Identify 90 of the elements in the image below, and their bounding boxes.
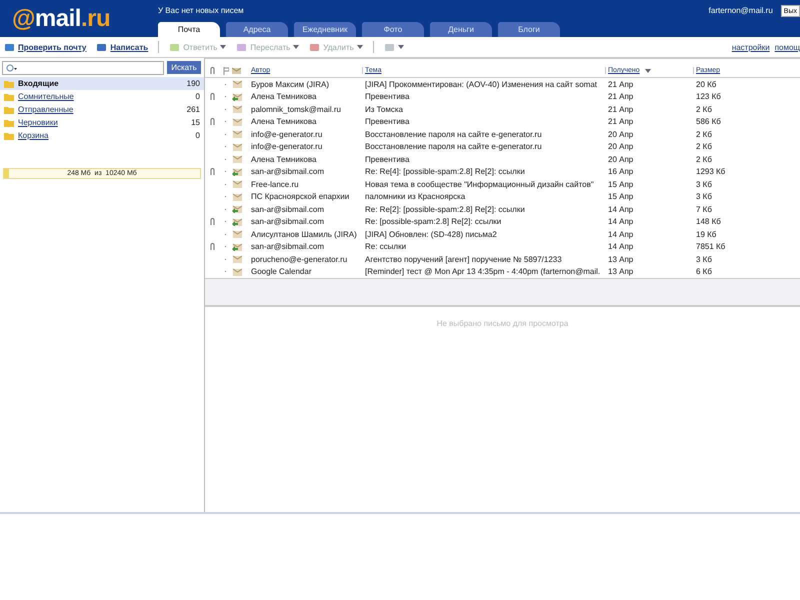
subject-cell-text: Восстановление пароля на сайте e-generator.ru	[365, 142, 543, 152]
subject-cell-text: Re: Re[4]: [possible-spam:2.8] Re[2]: ссылки	[365, 167, 526, 176]
date-cell-text: 14 Апр	[608, 230, 634, 239]
author-cell-text: Алисултанов Шамиль (JIRA)	[251, 230, 358, 239]
search-icon[interactable]	[5, 64, 17, 72]
author-cell-text: info@e-generator.ru	[251, 142, 324, 152]
nav-tab[interactable]: Деньги	[430, 22, 492, 37]
nav-tab[interactable]: Фото	[362, 22, 424, 37]
author-cell-text: Алена Темникова	[251, 154, 318, 164]
date-cell-text: 13 Апр	[608, 267, 634, 276]
size-cell-text: 7851 Кб	[696, 242, 726, 252]
flag-icon	[222, 66, 228, 74]
date-cell-text: 21 Апр	[608, 117, 634, 126]
author-cell-text: Алена Темникова	[251, 117, 318, 126]
folder-item[interactable]: Корзина 0	[0, 129, 204, 142]
date-cell-text: 15 Апр	[608, 180, 634, 189]
size-cell-text: 3 Кб	[696, 180, 713, 189]
subject-cell-text: паломники из Красноярска	[365, 192, 466, 202]
author-cell-text: Google Calendar	[251, 267, 312, 276]
size-cell-text: 1293 Кб	[696, 167, 726, 176]
size-cell-text: 7 Кб	[696, 204, 713, 214]
author-cell-text: palomnik_tomsk@mail.ru	[251, 104, 342, 114]
author-cell-text: Free-lance.ru	[251, 180, 300, 189]
author-cell-text: Буров Максим (JIRA)	[251, 80, 330, 89]
size-cell-text: 2 Кб	[696, 130, 713, 139]
subject-cell-text: [JIRA] Прокомментирован: (AOV-40) Изменения на сайт somat	[365, 80, 598, 89]
subject-cell-text: Агентство поручений [агент] поручение № 5897/1233	[365, 254, 563, 264]
user-email: farternon@mail.ru	[708, 5, 773, 17]
size-cell-text: 123 Кб	[696, 92, 722, 102]
subject-cell-text: Из Томска	[365, 104, 404, 114]
date-cell-text: 20 Апр	[608, 142, 634, 152]
author-cell-text: san-ar@sibmail.com	[251, 167, 326, 176]
date-cell-text: 14 Апр	[608, 242, 634, 252]
date-cell-text: 21 Апр	[608, 92, 634, 102]
toolbar-link[interactable]: помощ	[774, 42, 800, 52]
envelope-icon	[232, 67, 241, 74]
author-cell-text: san-ar@sibmail.com	[251, 204, 326, 214]
sort-caret-icon[interactable]	[644, 68, 651, 72]
date-cell-text: 21 Апр	[608, 80, 634, 89]
date-cell-text: 16 Апр	[608, 167, 634, 176]
author-cell-text: san-ar@sibmail.com	[251, 217, 326, 226]
subject-cell-text: [Reminder] тест @ Mon Apr 13 4:35pm - 4:40pm (farternon@mail.	[365, 267, 602, 276]
subject-cell-text: Восстановление пароля на сайте e-generator.ru	[365, 130, 543, 139]
size-cell-text: 2 Кб	[696, 142, 713, 152]
folder-item[interactable]: Входящие 190	[0, 77, 204, 90]
subject-cell-text: Превентива	[365, 92, 410, 102]
nav-tab[interactable]: Ежедневник	[294, 22, 356, 37]
folder-item[interactable]: Отправленные 261	[0, 103, 204, 116]
subject-cell-text: Новая тема в сообществе "Информационный дизайн сайтов"	[365, 180, 595, 189]
search-field[interactable]	[2, 61, 164, 75]
toolbar-item[interactable]: Проверить почту	[4, 42, 86, 52]
notification-text: У Вас нет новых писем	[158, 6, 245, 17]
author-cell-text: ПС Красноярской епархии	[251, 192, 350, 202]
subject-cell-text: Re: ссылки	[365, 242, 408, 252]
empty-preview-text: Не выбрано письмо для просмотра	[436, 319, 568, 330]
toolbar-link[interactable]: настройки	[732, 42, 770, 52]
date-cell-text: 14 Апр	[608, 217, 634, 226]
date-cell-text: 20 Апр	[608, 130, 634, 139]
folder-item[interactable]: Черновики 15	[0, 116, 204, 129]
size-cell-text: 19 Кб	[696, 230, 718, 239]
nav-tab[interactable]: Блоги	[498, 22, 560, 37]
size-cell-text: 2 Кб	[696, 104, 713, 114]
size-cell-text: 148 Кб	[696, 217, 722, 226]
date-cell-text: 15 Апр	[608, 192, 634, 202]
date-cell-text: 20 Апр	[608, 154, 634, 164]
size-cell-text: 3 Кб	[696, 192, 713, 202]
paperclip-icon	[210, 66, 215, 74]
author-cell-text: porucheno@e-generator.ru	[251, 254, 348, 264]
size-cell-text: 586 Кб	[696, 117, 722, 126]
search-button[interactable]: Искать	[167, 61, 201, 74]
date-cell-text: 21 Апр	[608, 104, 634, 114]
folder-item[interactable]: Сомнительные 0	[0, 90, 204, 103]
subject-cell-text: Превентива	[365, 154, 410, 164]
date-cell-text: 14 Апр	[608, 204, 634, 214]
size-cell-text: 6 Кб	[696, 267, 713, 276]
size-cell-text: 3 Кб	[696, 254, 713, 264]
date-cell-text: 13 Апр	[608, 254, 634, 264]
logo[interactable]: @mail.ru	[0, 0, 146, 37]
size-cell-text: 20 Кб	[696, 80, 718, 89]
nav-tab[interactable]: Адреса	[226, 22, 288, 37]
author-cell-text: info@e-generator.ru	[251, 130, 324, 139]
author-cell-text: Алена Темникова	[251, 92, 318, 102]
subject-cell-text: Re: Re[2]: [possible-spam:2.8] Re[2]: ссылки	[365, 204, 526, 214]
nav-tab[interactable]: Почта	[158, 22, 220, 37]
size-cell-text: 2 Кб	[696, 154, 713, 164]
subject-cell-text: [JIRA] Обновлен: (SD-428) письма2	[365, 230, 498, 239]
subject-cell-text: Превентива	[365, 117, 410, 126]
toolbar-item[interactable]: Написать	[96, 42, 148, 52]
author-cell-text: san-ar@sibmail.com	[251, 242, 326, 252]
subject-cell-text: Re: [possible-spam:2.8] Re[2]: ссылки	[365, 217, 502, 226]
